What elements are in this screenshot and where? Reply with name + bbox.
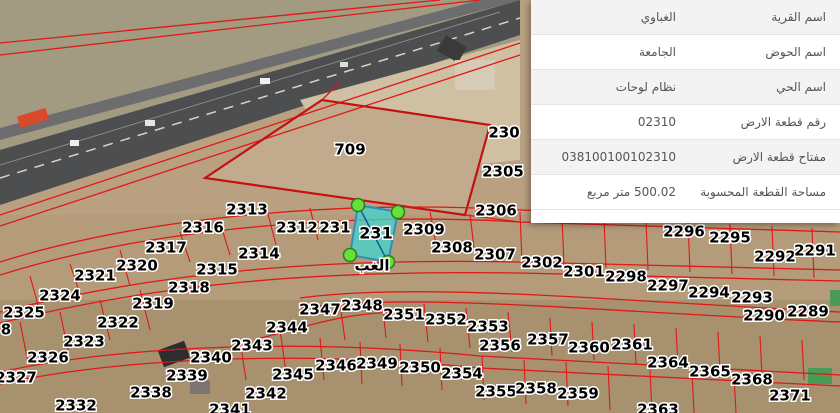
parcel-8[interactable]: 8 (0, 319, 13, 340)
info-value: الجامعة (638, 45, 676, 59)
parcel-2342[interactable]: 2342 (244, 383, 289, 404)
parcel-2314[interactable]: 2314 (237, 243, 282, 264)
info-row: مفتاح قطعة الارض 038100100102310 (531, 140, 840, 175)
parcel-info-panel: اسم القرية الغباوي اسم الحوض الجامعة اسم الح… (531, 0, 840, 223)
parcel-2305[interactable]: 2305 (481, 161, 526, 182)
parcel-2325[interactable]: 2325 (2, 302, 47, 323)
info-value: الغباوي (640, 10, 676, 24)
parcel-2361[interactable]: 2361 (610, 334, 655, 355)
info-key: اسم القرية (771, 10, 826, 24)
parcel-2355[interactable]: 2355 (474, 381, 519, 402)
parcel-2297[interactable]: 2297 (646, 275, 691, 296)
parcel-2293[interactable]: 2293 (730, 287, 775, 308)
parcel-2343[interactable]: 2343 (230, 335, 275, 356)
parcel-2354[interactable]: 2354 (440, 363, 485, 384)
info-key: رقم قطعة الارض (740, 115, 826, 129)
info-key: اسم الحي (776, 80, 826, 94)
parcel-2339[interactable]: 2339 (165, 365, 210, 386)
parcel-2340[interactable]: 2340 (189, 347, 234, 368)
info-row: اسم الحي نظام لوحات (531, 70, 840, 105)
parcel-2347[interactable]: 2347 (298, 299, 343, 320)
parcel-2363[interactable]: 2363 (636, 399, 681, 413)
parcel-2359[interactable]: 2359 (556, 383, 601, 404)
parcel-2346[interactable]: 2346 (314, 355, 359, 376)
parcel-2291[interactable]: 2291 (793, 240, 838, 261)
place-label: الغب (354, 257, 389, 275)
parcel-2296[interactable]: 2296 (662, 221, 707, 242)
parcel-2294[interactable]: 2294 (687, 282, 732, 303)
parcel-709[interactable]: 709 (333, 139, 367, 160)
info-row: اسم الحوض الجامعة (531, 35, 840, 70)
parcel-2326[interactable]: 2326 (26, 347, 71, 368)
parcel-2324[interactable]: 2324 (38, 285, 83, 306)
parcel-2309[interactable]: 2309 (402, 219, 447, 240)
parcel-2292[interactable]: 2292 (753, 246, 798, 267)
parcel-2295[interactable]: 2295 (708, 227, 753, 248)
info-row: مساحة القطعة المحسوبة 500.02 متر مربع (531, 175, 840, 210)
parcel-2332[interactable]: 2332 (54, 395, 99, 413)
parcel-2316[interactable]: 2316 (181, 217, 226, 238)
parcel-2307[interactable]: 2307 (473, 244, 518, 265)
parcel-2371[interactable]: 2371 (768, 385, 813, 406)
info-row: اسم القرية الغباوي (531, 0, 840, 35)
parcel-2306-a[interactable]: 230 (487, 122, 521, 143)
parcel-2349[interactable]: 2349 (355, 353, 400, 374)
parcel-2345[interactable]: 2345 (271, 364, 316, 385)
parcel-2353[interactable]: 2353 (466, 316, 511, 337)
vertex-handle[interactable] (390, 204, 406, 220)
info-value: 038100100102310 (561, 150, 676, 164)
info-key: مساحة القطعة المحسوبة (700, 185, 826, 199)
parcel-2368[interactable]: 2368 (730, 369, 775, 390)
parcel-2365[interactable]: 2365 (688, 361, 733, 382)
selected-parcel-label: 231 (359, 224, 392, 243)
info-value: 500.02 متر مربع (586, 185, 676, 199)
info-key: اسم الحوض (765, 45, 826, 59)
parcel-2289[interactable]: 2289 (786, 301, 831, 322)
parcel-2290[interactable]: 2290 (742, 305, 787, 326)
parcel-2311[interactable]: 231 (318, 217, 352, 238)
parcel-2298[interactable]: 2298 (604, 266, 649, 287)
parcel-2301[interactable]: 2301 (562, 261, 607, 282)
parcel-2322[interactable]: 2322 (96, 312, 141, 333)
parcel-2323[interactable]: 2323 (62, 331, 107, 352)
parcel-2302[interactable]: 2302 (520, 252, 565, 273)
parcel-2319[interactable]: 2319 (131, 293, 176, 314)
parcel-2358[interactable]: 2358 (514, 378, 559, 399)
parcel-2360[interactable]: 2360 (567, 337, 612, 358)
parcel-2338[interactable]: 2338 (129, 382, 174, 403)
info-value: نظام لوحات (615, 80, 676, 94)
parcel-2306[interactable]: 2306 (474, 200, 519, 221)
parcel-2308[interactable]: 2308 (430, 237, 475, 258)
parcel-2357[interactable]: 2357 (526, 329, 571, 350)
info-value: 02310 (637, 115, 676, 129)
parcel-2312[interactable]: 2312 (275, 217, 320, 238)
parcel-2356[interactable]: 2356 (478, 335, 523, 356)
parcel-2364[interactable]: 2364 (646, 352, 691, 373)
parcel-2344[interactable]: 2344 (265, 317, 310, 338)
parcel-2327[interactable]: 2327 (0, 367, 38, 388)
vertex-handle[interactable] (350, 197, 366, 213)
parcel-2313[interactable]: 2313 (225, 199, 270, 220)
parcel-2318[interactable]: 2318 (167, 277, 212, 298)
info-key: مفتاح قطعة الارض (732, 150, 826, 164)
parcel-2348[interactable]: 2348 (340, 295, 385, 316)
parcel-2352[interactable]: 2352 (424, 309, 469, 330)
parcel-2350[interactable]: 2350 (398, 357, 443, 378)
info-row: رقم قطعة الارض 02310 (531, 105, 840, 140)
parcel-2315[interactable]: 2315 (195, 259, 240, 280)
parcel-2351[interactable]: 2351 (382, 304, 427, 325)
parcel-2317[interactable]: 2317 (144, 237, 189, 258)
parcel-2321[interactable]: 2321 (73, 265, 118, 286)
parcel-2320[interactable]: 2320 (115, 255, 160, 276)
